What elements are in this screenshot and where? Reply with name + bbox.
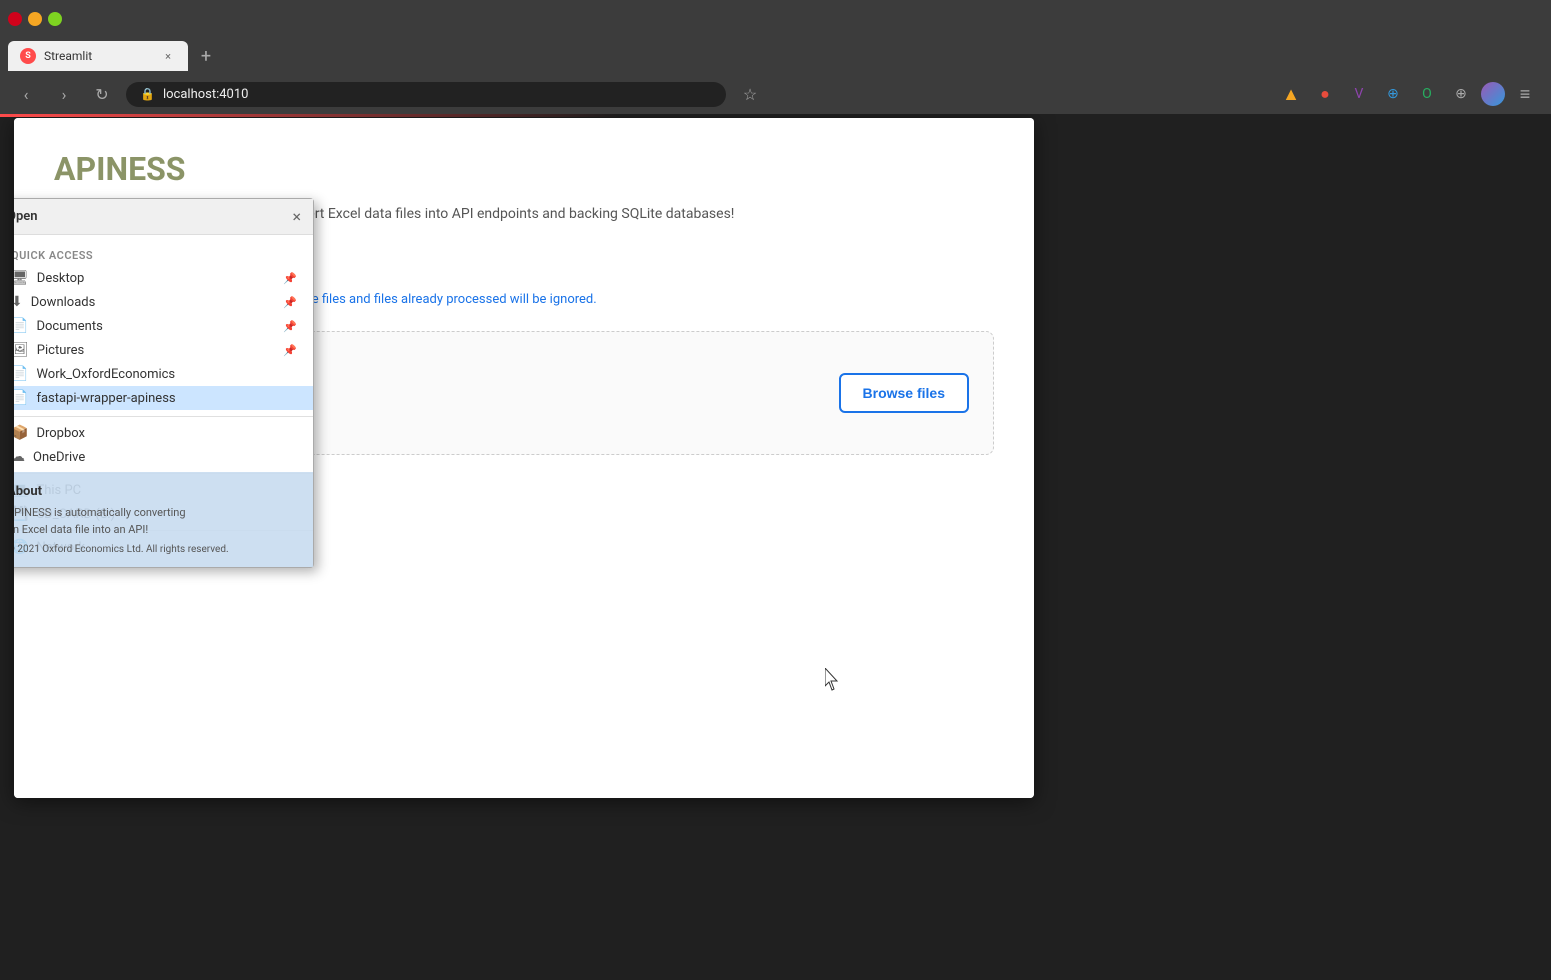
downloads-icon: ⬇ [14,294,23,310]
address-input[interactable]: 🔒 localhost:4010 [126,82,726,107]
extension-warning[interactable]: ▲ [1277,80,1305,108]
secure-icon: 🔒 [140,87,155,101]
quick-access-section: Quick access 🖥 Desktop 📌 ⬇ Downloads 📌 📄… [14,243,313,412]
tree-item-dropbox[interactable]: 📦 Dropbox [14,421,313,445]
file-dialog-title: Open [14,209,38,224]
extensions-bar: ▲ ● V ⊕ O ⊕ ≡ [1277,80,1539,108]
reload-button[interactable]: ↻ [88,80,116,108]
pin-icon-4: 📌 [283,344,297,357]
pictures-icon: 🖼 [14,342,29,358]
tree-item-desktop[interactable]: 🖥 Desktop 📌 [14,266,313,290]
extension-green[interactable]: O [1413,80,1441,108]
tree-separator-1 [14,416,313,417]
new-tab-button[interactable]: + [192,42,220,70]
about-footer: © 2021 Oxford Economics Ltd. All rights … [14,544,301,555]
tree-item-work[interactable]: 📄 Work_OxfordEconomics [14,362,313,386]
pin-icon-3: 📌 [283,320,297,333]
title-bar [0,0,1551,38]
extension-avatar[interactable] [1481,82,1505,106]
extension-gray[interactable]: ⊕ [1447,80,1475,108]
page-title: APINESS [54,150,994,188]
browser-tab[interactable]: S Streamlit × [8,41,188,71]
close-button[interactable] [8,12,22,26]
documents-icon: 📄 [14,318,28,334]
tree-item-pictures[interactable]: 🖼 Pictures 📌 [14,338,313,362]
about-title: About [14,484,301,499]
file-dialog[interactable]: Open × Quick access 🖥 Desktop 📌 ⬇ Downlo… [14,198,314,568]
tab-bar: S Streamlit × + [0,38,1551,74]
pin-icon-2: 📌 [283,296,297,309]
progress-bar [0,114,620,117]
pin-icon: 📌 [283,272,297,285]
tab-favicon: S [20,48,36,64]
fastapi-icon: 📄 [14,390,28,406]
about-body: APINESS is automatically converting an E… [14,505,301,538]
file-dialog-header: Open × [14,199,313,235]
window-controls [8,12,62,26]
browser-chrome: S Streamlit × + ‹ › ↻ 🔒 localhost:4010 ☆… [0,0,1551,114]
back-button[interactable]: ‹ [12,80,40,108]
extension-blue[interactable]: ⊕ [1379,80,1407,108]
browse-files-button[interactable]: Browse files [839,373,969,413]
quick-access-header: Quick access [14,245,313,266]
minimize-button[interactable] [28,12,42,26]
menu-button[interactable]: ≡ [1511,80,1539,108]
tab-close-icon[interactable]: × [160,48,176,64]
tree-item-onedrive[interactable]: ☁ OneDrive [14,445,313,469]
tree-item-fastapi[interactable]: 📄 fastapi-wrapper-apiness [14,386,313,410]
file-dialog-close-icon[interactable]: × [292,207,301,226]
forward-button[interactable]: › [50,80,78,108]
address-bar: ‹ › ↻ 🔒 localhost:4010 ☆ ▲ ● V ⊕ O ⊕ ≡ [0,74,1551,114]
browser-window: Open × Quick access 🖥 Desktop 📌 ⬇ Downlo… [14,118,1034,798]
work-icon: 📄 [14,366,28,382]
bookmark-icon[interactable]: ☆ [736,80,764,108]
tab-label: Streamlit [44,49,92,63]
url-text: localhost:4010 [163,87,249,102]
maximize-button[interactable] [48,12,62,26]
tree-item-documents[interactable]: 📄 Documents 📌 [14,314,313,338]
desktop-icon: 🖥 [14,270,29,286]
extension-red[interactable]: ● [1311,80,1339,108]
onedrive-icon: ☁ [14,449,25,465]
extension-violet[interactable]: V [1345,80,1373,108]
dropbox-icon: 📦 [14,425,28,441]
tree-item-downloads[interactable]: ⬇ Downloads 📌 [14,290,313,314]
about-section: About APINESS is automatically convertin… [14,472,313,567]
